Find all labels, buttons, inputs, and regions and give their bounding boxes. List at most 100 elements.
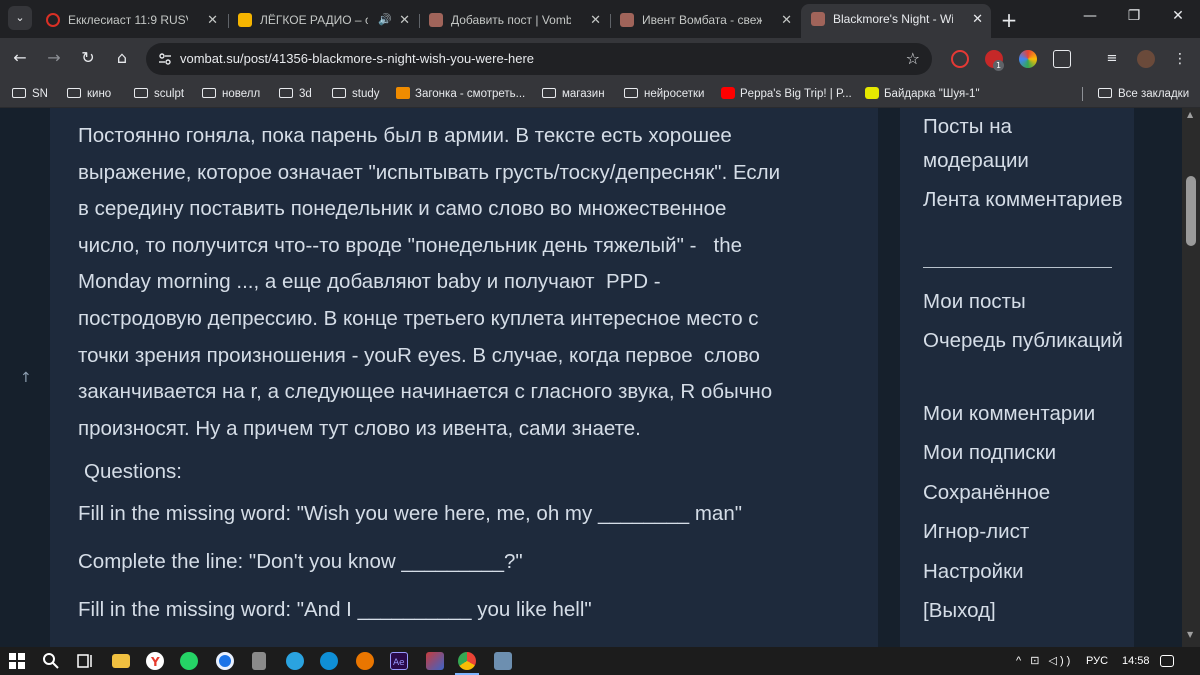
blender-icon[interactable] bbox=[356, 652, 374, 670]
close-icon[interactable]: ✕ bbox=[781, 6, 792, 34]
speaker-icon[interactable]: 🔊 bbox=[378, 6, 392, 34]
whatsapp-icon[interactable] bbox=[180, 652, 198, 670]
bookmark-label: кино bbox=[87, 88, 112, 100]
tab-radio[interactable]: ЛЁГКОЕ РАДИО – сл 🔊 ✕ bbox=[228, 6, 418, 34]
tab-title: Екклесиаст 11:9 RUSV - Б bbox=[68, 13, 188, 27]
sidebar-link-settings[interactable]: Настройки bbox=[923, 555, 1123, 589]
tab-title: Добавить пост | Vombat bbox=[451, 13, 571, 27]
bookmark-zagonka[interactable]: Загонка - смотреть... bbox=[396, 80, 525, 108]
bookmark-folder-study[interactable]: study bbox=[332, 80, 380, 108]
close-icon[interactable]: ✕ bbox=[207, 6, 218, 34]
vombat-icon bbox=[429, 13, 443, 27]
close-window-button[interactable]: ✕ bbox=[1168, 8, 1188, 24]
forward-button[interactable]: → bbox=[42, 48, 66, 67]
new-tab-button[interactable]: + bbox=[998, 8, 1020, 32]
home-button[interactable]: ⌂ bbox=[110, 48, 134, 67]
tab-strip: ⌄ Екклесиаст 11:9 RUSV - Б ✕ ЛЁГКОЕ РАДИ… bbox=[0, 0, 1200, 38]
post-line: Постоянно гоняла, пока парень был в арми… bbox=[78, 124, 732, 147]
all-bookmarks[interactable]: Все закладки bbox=[1098, 80, 1189, 108]
post-line: выражение, которое означает "испытывать … bbox=[78, 160, 781, 184]
bookmark-folder-shop[interactable]: магазин bbox=[542, 80, 605, 108]
post-line: заканчивается на r, а следующее начинает… bbox=[78, 380, 773, 404]
tab-vombat-event[interactable]: Ивент Вомбата - свежие ✕ bbox=[610, 6, 800, 34]
close-icon[interactable]: ✕ bbox=[399, 6, 410, 34]
bookmark-peppa[interactable]: Peppa's Big Trip! | P... bbox=[721, 80, 852, 108]
app-colorful-icon[interactable] bbox=[426, 652, 444, 670]
input-language[interactable]: РУС bbox=[1086, 647, 1108, 675]
folder-icon bbox=[542, 88, 556, 98]
post-content: Постоянно гоняла, пока парень был в арми… bbox=[50, 108, 878, 647]
play-icon bbox=[238, 13, 252, 27]
close-icon[interactable]: ✕ bbox=[590, 6, 601, 34]
system-tray-icons[interactable]: ^ ⊡ ◁)) bbox=[1016, 647, 1073, 675]
post-line: число, то получится что--то вроде "понед… bbox=[78, 233, 742, 257]
tab-title: Blackmore's Night - Wish bbox=[833, 12, 953, 26]
bookmark-folder-novell[interactable]: новелл bbox=[202, 80, 260, 108]
yandex-browser-icon[interactable]: Y bbox=[146, 652, 164, 670]
bookmark-label: Байдарка "Шуя-1" bbox=[884, 88, 980, 100]
bookmark-star-icon[interactable]: ☆ bbox=[906, 49, 920, 68]
after-effects-icon[interactable]: Ae bbox=[390, 652, 408, 670]
search-icon[interactable] bbox=[42, 652, 60, 670]
browser-toolbar: ← → ↻ ⌂ vombat.su/post/41356-blackmore-s… bbox=[0, 38, 1200, 80]
telegram-icon[interactable] bbox=[286, 652, 304, 670]
bookmark-folder-sculpt[interactable]: sculpt bbox=[134, 80, 184, 108]
sidebar-link-my-posts[interactable]: Мои посты bbox=[923, 285, 1123, 319]
bookmark-folder-neuro[interactable]: нейросетки bbox=[624, 80, 704, 108]
app-blue-icon[interactable] bbox=[216, 652, 234, 670]
bookmark-label: study bbox=[352, 88, 380, 100]
file-explorer-icon[interactable] bbox=[112, 654, 130, 668]
record-extension-icon[interactable] bbox=[951, 50, 969, 68]
post-line: Monday morning ..., а еще добавляют baby… bbox=[78, 270, 661, 294]
bookmark-folder-kino[interactable]: кино bbox=[67, 80, 111, 108]
bookmark-folder-3d[interactable]: 3d bbox=[279, 80, 312, 108]
app-screen-icon[interactable] bbox=[494, 652, 512, 670]
page-scrollbar[interactable]: ▲ ▼ bbox=[1182, 108, 1200, 647]
notification-icon[interactable] bbox=[1160, 655, 1174, 667]
user-sidebar: Посты на модерации Лента комментариев Мо… bbox=[900, 108, 1134, 647]
folder-icon bbox=[1098, 88, 1112, 98]
bookmark-label: новелл bbox=[222, 88, 261, 100]
sidebar-link-comments-feed[interactable]: Лента комментариев bbox=[923, 183, 1123, 217]
back-button[interactable]: ← bbox=[8, 48, 32, 67]
profile-avatar[interactable] bbox=[1137, 50, 1155, 68]
tab-search-button[interactable]: ⌄ bbox=[8, 6, 32, 30]
sidebar-link-my-comments[interactable]: Мои комментарии bbox=[923, 397, 1123, 431]
sidebar-link-saved[interactable]: Сохранённое bbox=[923, 476, 1123, 510]
bookmark-label: магазин bbox=[562, 88, 605, 100]
extensions-puzzle-icon[interactable] bbox=[1053, 50, 1071, 68]
colorful-extension-icon[interactable] bbox=[1019, 50, 1037, 68]
scrollbar-thumb[interactable] bbox=[1186, 176, 1196, 246]
windows-start-icon[interactable] bbox=[8, 652, 26, 670]
questions-heading: Questions: bbox=[84, 460, 182, 483]
sidebar-link-logout[interactable]: [Выход] bbox=[923, 594, 1123, 628]
address-bar[interactable]: vombat.su/post/41356-blackmore-s-night-w… bbox=[146, 43, 932, 75]
restore-button[interactable]: ❐ bbox=[1124, 8, 1144, 24]
task-view-icon[interactable] bbox=[76, 652, 94, 670]
close-icon[interactable]: ✕ bbox=[972, 4, 983, 34]
calculator-icon[interactable] bbox=[252, 652, 266, 670]
sidebar-link-ignore-list[interactable]: Игнор-лист bbox=[923, 515, 1123, 549]
url-text[interactable]: vombat.su/post/41356-blackmore-s-night-w… bbox=[180, 43, 534, 75]
bookmark-folder-sn[interactable]: SN bbox=[12, 80, 48, 108]
clock[interactable]: 14:58 bbox=[1122, 647, 1150, 675]
scroll-down-arrow-icon[interactable]: ▼ bbox=[1187, 630, 1193, 639]
tab-ecclesiastes[interactable]: Екклесиаст 11:9 RUSV - Б ✕ bbox=[36, 6, 226, 34]
tab-blackmores-night[interactable]: Blackmore's Night - Wish ✕ bbox=[801, 4, 991, 38]
extension-badge: 1 bbox=[993, 60, 1004, 71]
app-3d-icon[interactable] bbox=[320, 652, 338, 670]
scroll-up-arrow-icon[interactable]: ▲ bbox=[1187, 110, 1193, 119]
bookmark-baidarka[interactable]: Байдарка "Шуя-1" bbox=[865, 80, 980, 108]
minimize-button[interactable]: — bbox=[1080, 8, 1100, 24]
sidebar-link-my-subscriptions[interactable]: Мои подписки bbox=[923, 436, 1123, 470]
tab-add-post[interactable]: Добавить пост | Vombat ✕ bbox=[419, 6, 609, 34]
sidebar-link-moderation[interactable]: Посты на модерации bbox=[923, 110, 1123, 178]
site-info-icon[interactable] bbox=[158, 52, 172, 66]
chrome-icon[interactable] bbox=[458, 652, 476, 670]
more-menu-icon[interactable]: ⋮ bbox=[1171, 50, 1189, 68]
reading-list-icon[interactable]: ≡ bbox=[1103, 50, 1121, 68]
sidebar-link-publish-queue[interactable]: Очередь публикаций bbox=[923, 324, 1123, 358]
reload-button[interactable]: ↻ bbox=[76, 48, 100, 67]
scroll-to-top-icon[interactable]: ↑ bbox=[20, 370, 32, 386]
svg-text:Ae: Ae bbox=[393, 658, 405, 668]
